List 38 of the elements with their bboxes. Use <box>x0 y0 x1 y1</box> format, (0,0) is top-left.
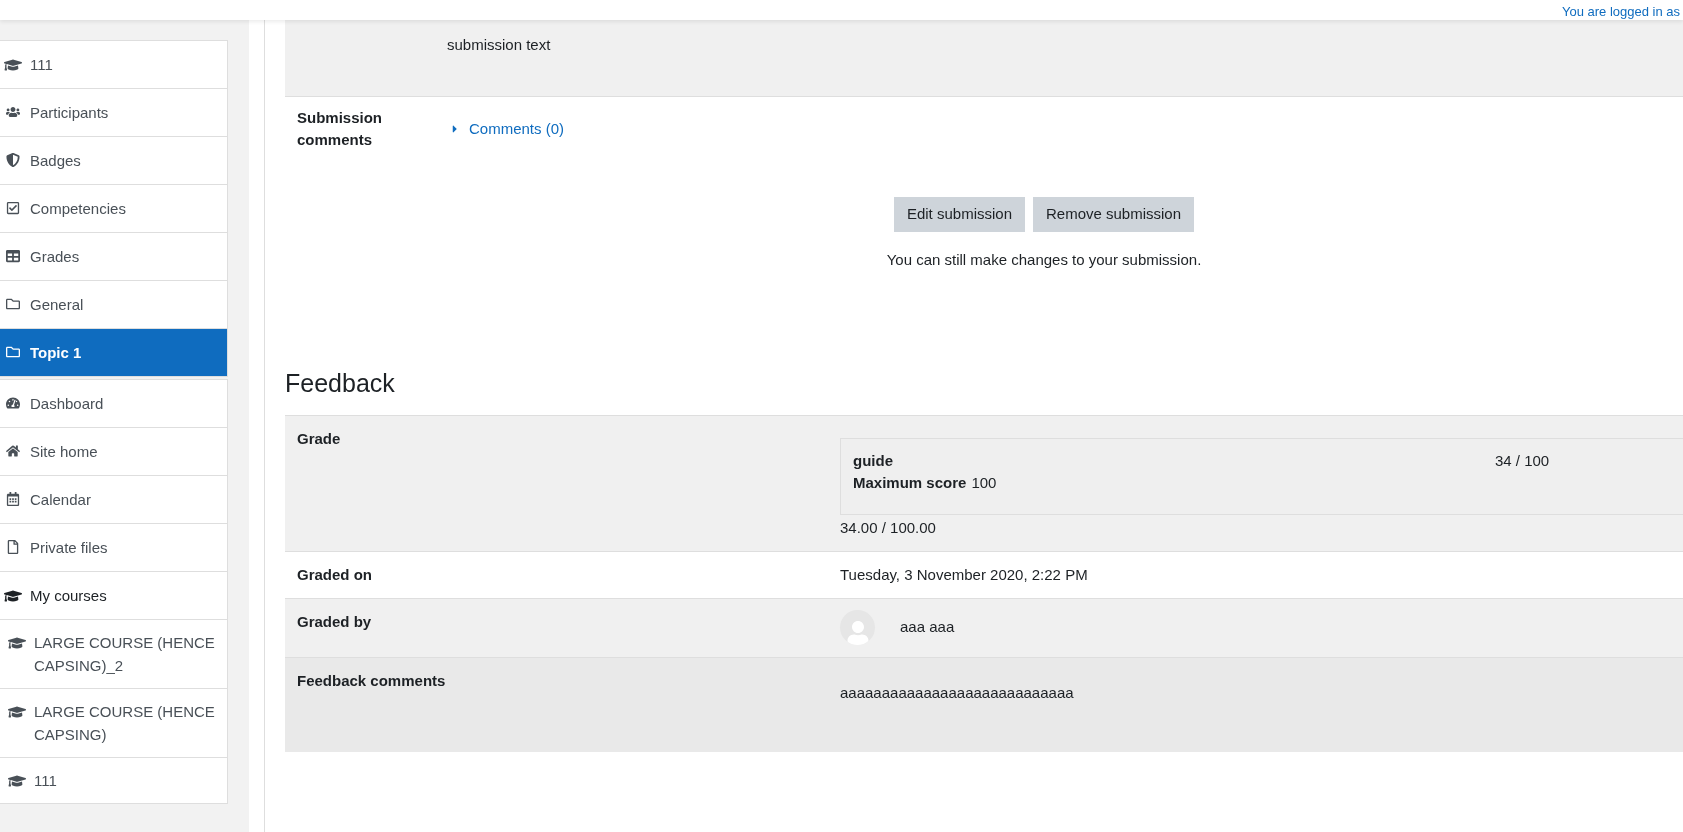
grade-value: 34.00 / 100.00 <box>840 517 937 538</box>
folder-icon <box>6 345 20 359</box>
graded-date: Tuesday, 3 November 2020, 2:22 PM <box>840 565 1089 585</box>
row-label: Feedback comments <box>296 671 447 691</box>
table-icon <box>6 249 20 263</box>
nav-item[interactable]: Topic 1 <box>0 329 227 377</box>
guide-name: guide <box>853 450 894 470</box>
gauge-icon <box>6 396 20 410</box>
shield-icon <box>6 153 20 167</box>
row-label: Graded on <box>296 565 373 585</box>
submission-button[interactable]: Edit submission <box>893 197 1025 232</box>
login-info-link[interactable]: You are logged in as <box>1561 4 1683 20</box>
submission-note: You can still make changes to your submission. <box>886 250 1202 270</box>
max-score-label: Maximum score <box>853 472 967 492</box>
folder-icon <box>6 297 20 311</box>
home-icon <box>6 444 20 458</box>
feedback-heading: Feedback <box>285 367 396 398</box>
feedback-comment: aaaaaaaaaaaaaaaaaaaaaaaaaaaa <box>840 683 1075 703</box>
caret-icon <box>451 123 459 135</box>
graduation-cap-icon <box>8 773 26 789</box>
submission-button[interactable]: Remove submission <box>1033 197 1195 232</box>
guide-score: 34 / 100 <box>1495 450 1550 471</box>
graduation-cap-icon <box>4 588 22 604</box>
row-label: Submission comments <box>296 108 383 150</box>
file-icon <box>6 540 20 554</box>
users-icon <box>6 105 20 119</box>
submission-text: submission text <box>447 36 551 53</box>
graduation-cap-icon <box>8 635 26 651</box>
row-label: Graded by <box>296 612 373 632</box>
checkbox-icon <box>6 201 20 215</box>
max-score-value: 100 <box>971 472 997 492</box>
row-label: Grade <box>296 428 342 449</box>
calendar-icon <box>6 492 20 506</box>
comments-link[interactable]: Comments (0) <box>447 118 565 140</box>
graduation-cap-icon <box>8 704 26 720</box>
avatar-icon <box>840 610 875 645</box>
graduation-cap-icon <box>4 57 22 73</box>
user-name: aaa aaa <box>900 617 955 638</box>
